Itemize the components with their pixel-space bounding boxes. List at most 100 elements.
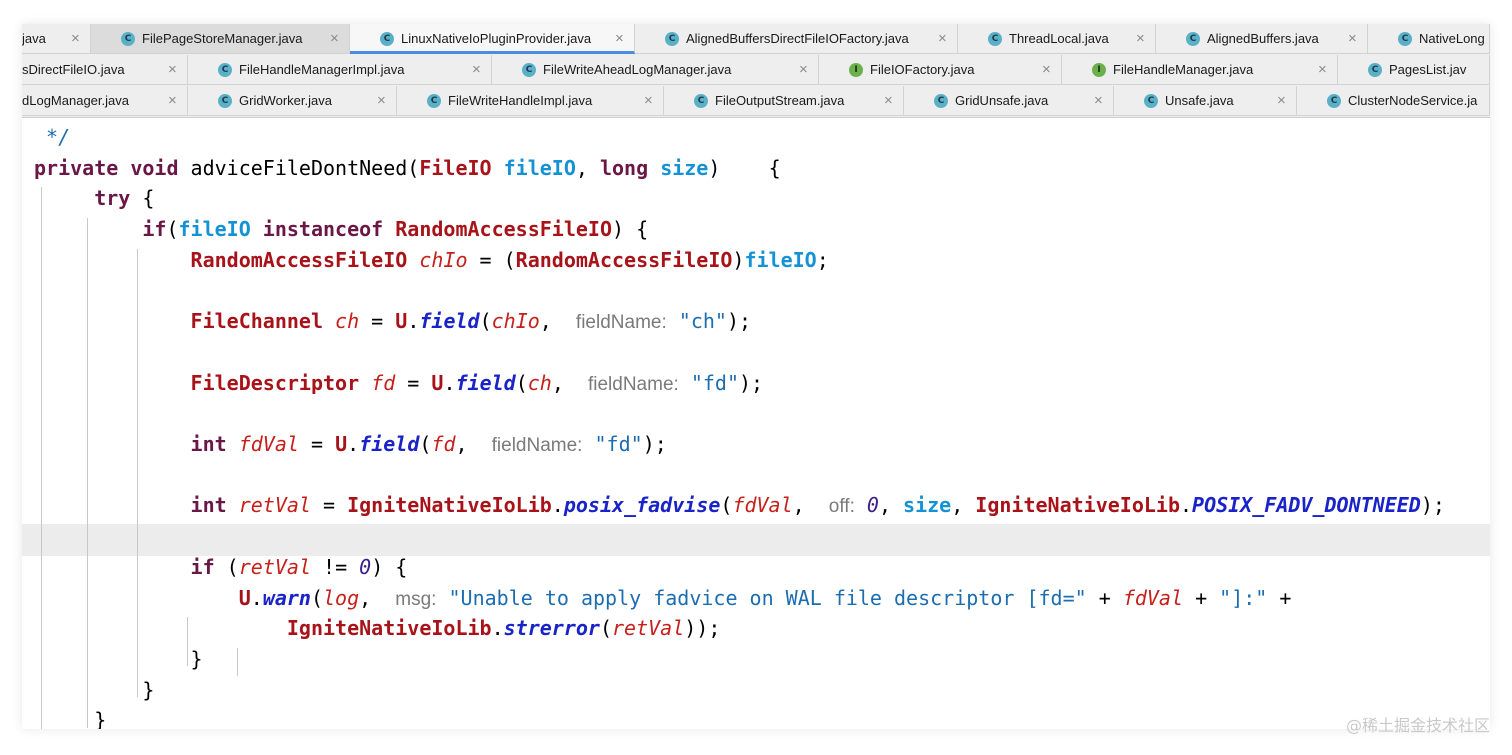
tab-label: FileWriteAheadLogManager.java [543,62,732,77]
code-line[interactable]: RandomAccessFileIO chIo = (RandomAccessF… [34,245,829,275]
code-line[interactable]: if(fileIO instanceof RandomAccessFileIO)… [34,214,648,244]
editor-tab[interactable]: C FileWriteAheadLogManager.java × [492,55,819,85]
tab-close-icon[interactable]: × [1136,24,1145,53]
editor-tab[interactable]: C NativeLong [1368,24,1490,54]
code-token: = [359,309,396,334]
editor-tab[interactable]: I FileIOFactory.java × [819,55,1062,85]
tab-close-icon[interactable]: × [472,55,481,84]
code-token: , [878,493,904,518]
tab-label: PagesList.jav [1389,62,1467,77]
editor-tab[interactable]: C Unsafe.java × [1114,86,1297,116]
class-file-icon: C [427,94,441,108]
code-token: U [238,585,251,610]
code-token: , [551,370,588,395]
code-token: long [599,155,661,180]
editor-tab[interactable]: C ThreadLocal.java × [958,24,1156,54]
class-file-icon: C [1368,63,1382,77]
code-line[interactable]: } [34,705,106,729]
code-line[interactable]: FileChannel ch = U.field(chIo, fieldName… [34,306,752,336]
editor-tab[interactable]: C PagesList.jav [1338,55,1490,85]
editor-tab[interactable]: C GridWorker.java × [188,86,397,116]
code-token: FileChannel [190,309,336,334]
tab-close-icon[interactable]: × [1094,86,1103,115]
tab-label: sDirectFileIO.java [22,62,125,77]
tab-close-icon[interactable]: × [1348,24,1357,53]
code-token: , [575,155,600,180]
code-token: ); [1420,493,1445,518]
editor-tab[interactable]: dLogManager.java × [22,86,188,116]
code-token: ); [739,370,764,395]
editor-tab[interactable]: C AlignedBuffersDirectFileIOFactory.java × [635,24,958,54]
code-token: ch [335,309,360,334]
tab-label: FileOutputStream.java [715,93,845,108]
tab-close-icon[interactable]: × [168,86,177,115]
code-token: fileIO [503,155,576,180]
code-line[interactable]: U.warn(log, msg: "Unable to apply fadvic… [34,583,1292,613]
interface-file-icon: I [849,63,863,77]
editor-tab[interactable]: C FileWriteHandleImpl.java × [397,86,664,116]
editor-tab[interactable]: C GridUnsafe.java × [904,86,1114,116]
code-token: RandomAccessFileIO [515,247,733,272]
tab-close-icon[interactable]: × [615,24,624,51]
code-token: { [130,186,155,211]
tab-label: ClusterNodeService.ja [1348,93,1478,108]
tab-close-icon[interactable]: × [938,24,947,53]
code-line[interactable]: private void adviceFileDontNeed(FileIO f… [34,153,781,183]
class-file-icon: C [665,32,679,46]
code-editor[interactable]: */ private void adviceFileDontNeed(FileIO… [22,118,1490,729]
tab-close-icon[interactable]: × [377,86,386,115]
code-line[interactable]: int fdVal = U.field(fd, fieldName: "fd")… [34,429,667,459]
code-token: log [323,585,360,610]
editor-tab[interactable]: C ClusterNodeService.ja [1297,86,1490,116]
code-token: private void [34,155,191,180]
tab-close-icon[interactable]: × [330,24,339,53]
tab-label: java [22,31,46,46]
ide-window: java × C FilePageStoreManager.java × C LinuxNa… [22,24,1490,729]
code-line[interactable]: FileDescriptor fd = U.field(ch, fieldNam… [34,368,764,398]
code-line[interactable]: */ [34,122,70,152]
tab-close-icon[interactable]: × [1042,55,1051,84]
code-line[interactable]: int retVal = IgniteNativeIoLib.posix_fad… [34,490,1445,520]
editor-tab[interactable]: C FileHandleManagerImpl.java × [188,55,492,85]
editor-tab[interactable]: C AlignedBuffers.java × [1156,24,1368,54]
tab-close-icon[interactable]: × [1277,86,1286,115]
tab-close-icon[interactable]: × [1318,55,1327,84]
code-line[interactable]: IgniteNativeIoLib.strerror(retVal)); [34,613,721,643]
code-line[interactable]: try { [34,183,154,213]
parameter-hint: off: [828,496,855,518]
code-token: ( [166,217,179,242]
code-token: field [455,370,516,395]
code-token: = [395,370,432,395]
editor-tab[interactable]: C FilePageStoreManager.java × [91,24,350,54]
tab-close-icon[interactable]: × [71,24,80,53]
editor-tab[interactable]: I FileHandleManager.java × [1062,55,1338,85]
editor-tab[interactable]: java × [22,24,91,54]
code-token: ( [310,585,324,610]
code-token: "fd" [594,432,643,456]
code-token: ) { [612,217,649,242]
code-line[interactable]: } [34,644,203,674]
code-token: "Unable to apply fadvice on WAL file des… [448,585,1087,610]
code-line[interactable]: if (retVal != 0) { [34,552,408,582]
tab-label: FileHandleManager.java [1113,62,1254,77]
code-token: POSIX_FADV_DONTNEED [1192,493,1421,518]
editor-tab[interactable]: sDirectFileIO.java × [22,55,188,85]
editor-tab[interactable]: C LinuxNativeIoPluginProvider.java × [350,24,635,54]
code-line[interactable]: } [34,675,154,705]
tab-close-icon[interactable]: × [799,55,808,84]
tab-close-icon[interactable]: × [168,55,177,84]
code-token: RandomAccessFileIO [190,247,420,272]
tab-label: dLogManager.java [22,93,129,108]
code-token: + [1267,585,1292,610]
tab-close-icon[interactable]: × [644,86,653,115]
tab-label: GridUnsafe.java [955,93,1049,108]
editor-tab[interactable]: C FileOutputStream.java × [664,86,904,116]
parameter-hint: fieldName: [491,435,583,456]
tab-label: AlignedBuffersDirectFileIOFactory.java [686,31,909,46]
tab-close-icon[interactable]: × [884,86,893,115]
